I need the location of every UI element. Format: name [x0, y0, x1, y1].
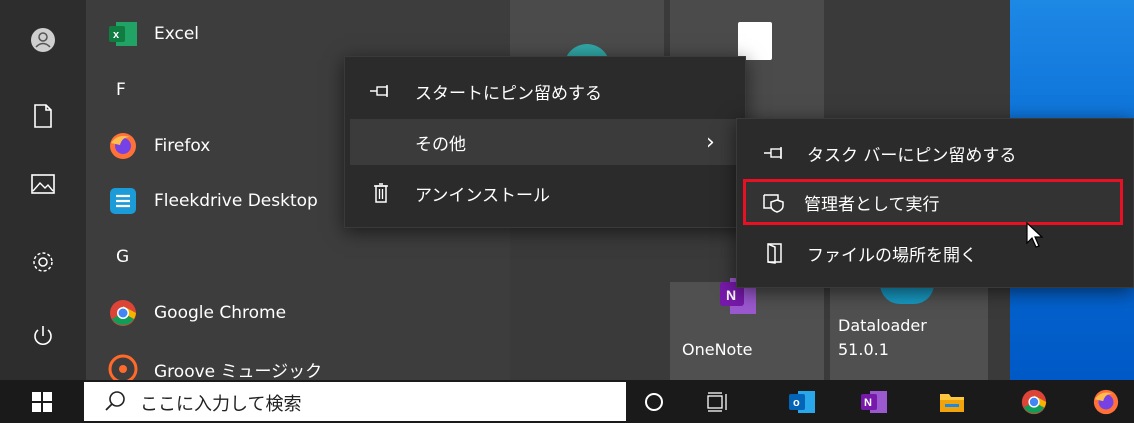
- pictures-icon[interactable]: [0, 158, 86, 210]
- tile-label: Dataloader: [838, 316, 927, 335]
- section-letter: G: [116, 247, 130, 267]
- list-item-groove[interactable]: Groove ミュージック: [86, 342, 510, 380]
- task-view-icon[interactable]: [690, 380, 746, 423]
- search-box[interactable]: ここに入力して検索: [84, 382, 626, 421]
- menu-item-label: スタートにピン留めする: [415, 83, 602, 104]
- onenote-icon[interactable]: N: [846, 380, 902, 423]
- menu-item-uninstall[interactable]: アンインストール: [345, 171, 745, 215]
- start-rail: [0, 0, 86, 380]
- svg-text:o: o: [793, 397, 800, 409]
- tile-dataloader[interactable]: Dataloader 51.0.1: [830, 282, 988, 380]
- chrome-icon: [106, 296, 140, 330]
- excel-icon: x: [106, 17, 140, 51]
- app-label: Fleekdrive Desktop: [154, 191, 318, 211]
- submenu: タスク バーにピン留めする 管理者として実行 ファイルの場所を開く: [736, 118, 1134, 288]
- cortana-icon[interactable]: [626, 380, 682, 423]
- tile-label: OneNote: [682, 340, 753, 359]
- menu-item-pin-to-start[interactable]: スタートにピン留めする: [345, 69, 745, 113]
- svg-text:N: N: [864, 397, 872, 409]
- menu-item-label: ファイルの場所を開く: [807, 245, 977, 266]
- app-label: Google Chrome: [154, 303, 287, 323]
- firefox-icon: [106, 129, 140, 163]
- app-label: Firefox: [154, 136, 211, 156]
- document-icon[interactable]: [0, 90, 86, 142]
- chrome-icon[interactable]: [1006, 380, 1062, 423]
- app-label: Groove ミュージック: [154, 361, 323, 381]
- windows-start-icon[interactable]: [14, 380, 70, 423]
- pin-icon: [761, 139, 789, 167]
- user-icon[interactable]: [0, 14, 86, 66]
- search-input: ここに入力して検索: [140, 394, 302, 415]
- app-label: Excel: [154, 24, 200, 44]
- menu-item-label: タスク バーにピン留めする: [807, 145, 1017, 166]
- tile-sublabel: 51.0.1: [838, 340, 889, 359]
- fleekdrive-icon: [106, 184, 140, 218]
- menu-item-run-as-admin[interactable]: 管理者として実行: [743, 179, 1123, 225]
- menu-item-label: アンインストール: [415, 185, 550, 206]
- power-icon[interactable]: [0, 310, 86, 362]
- taskbar: ここに入力して検索 o N: [0, 380, 1134, 423]
- run-as-admin-icon: [760, 188, 788, 216]
- section-letter: F: [116, 80, 126, 100]
- outlook-icon[interactable]: o: [774, 380, 830, 423]
- list-item-chrome[interactable]: Google Chrome: [86, 286, 510, 340]
- firefox-icon[interactable]: [1078, 380, 1134, 423]
- pin-icon: [367, 77, 395, 105]
- list-letter-g[interactable]: G: [86, 230, 510, 284]
- tile-onenote[interactable]: N OneNote: [670, 278, 824, 380]
- context-menu: スタートにピン留めする その他 › アンインストール: [344, 56, 746, 228]
- svg-text:N: N: [726, 287, 736, 303]
- menu-item-label: その他: [415, 134, 466, 155]
- menu-item-open-file-location[interactable]: ファイルの場所を開く: [737, 231, 1133, 275]
- svg-text:x: x: [113, 29, 120, 41]
- menu-item-label: 管理者として実行: [804, 194, 940, 215]
- menu-item-more[interactable]: その他 ›: [350, 119, 740, 165]
- settings-icon[interactable]: [0, 236, 86, 288]
- menu-item-pin-to-taskbar[interactable]: タスク バーにピン留めする: [737, 131, 1133, 175]
- file-explorer-icon[interactable]: [924, 380, 980, 423]
- list-item-excel[interactable]: x Excel: [86, 7, 510, 61]
- trash-icon: [367, 179, 395, 207]
- chevron-right-icon: ›: [706, 129, 715, 155]
- groove-icon: [106, 352, 140, 380]
- mouse-cursor-icon: [1026, 221, 1046, 254]
- search-icon: [104, 390, 126, 416]
- open-file-location-icon: [761, 239, 789, 267]
